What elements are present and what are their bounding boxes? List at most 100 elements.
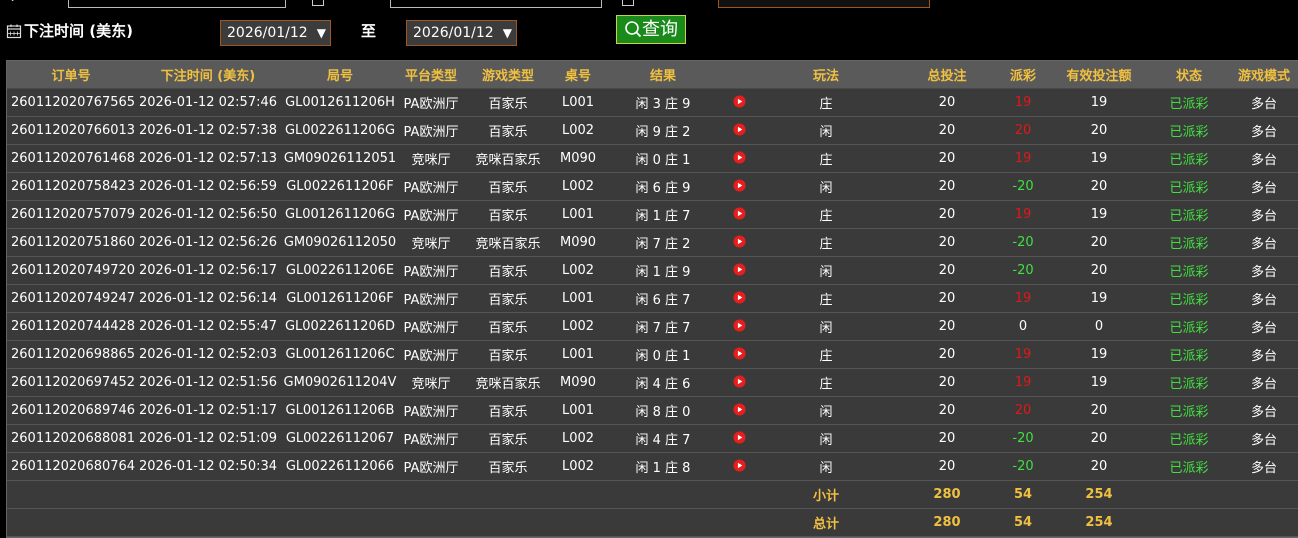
video-play-icon[interactable] [732, 319, 746, 332]
video-play-icon[interactable] [732, 179, 746, 192]
video-play-icon[interactable] [732, 459, 746, 472]
cell-valid-bet: 19 [1049, 88, 1149, 117]
start-date-value: 2026/01/12 [227, 25, 308, 41]
cell-order-no[interactable]: 260112020688081 [7, 424, 135, 453]
replay-cell[interactable] [723, 284, 755, 313]
top-checkbox-1[interactable] [312, 0, 324, 6]
replay-cell[interactable] [723, 312, 755, 341]
cell-bet-time: 2026-01-12 02:51:56 [135, 368, 281, 397]
cell-round-no: GL00226112067 [281, 424, 399, 453]
cell-result: 闲 0 庄 1 [603, 144, 723, 173]
cell-bet-option: 庄 [755, 284, 897, 313]
cell-order-no[interactable]: 260112020689746 [7, 396, 135, 425]
video-play-icon[interactable] [732, 347, 746, 360]
cell-order-no[interactable]: 260112020761468 [7, 144, 135, 173]
cell-bet-option: 闲 [755, 452, 897, 481]
cell-order-no[interactable]: 260112020680764 [7, 452, 135, 481]
replay-cell[interactable] [723, 200, 755, 229]
cell-valid-bet: 0 [1049, 312, 1149, 341]
cell-order-no[interactable]: 260112020698865 [7, 340, 135, 369]
cell-total-bet: 20 [897, 340, 997, 369]
start-date-select[interactable]: 2026/01/12 ▼ [220, 20, 331, 46]
cell-payout: 19 [997, 88, 1049, 117]
cell-game-mode: 多台 [1229, 200, 1298, 229]
video-play-icon[interactable] [732, 235, 746, 248]
table-row: 260112020749247 2026-01-12 02:56:14 GL0012… [7, 284, 1298, 313]
replay-cell[interactable] [723, 256, 755, 285]
cell-table-no: L002 [553, 172, 603, 201]
replay-cell[interactable] [723, 88, 755, 117]
top-checkbox-2[interactable] [622, 0, 634, 6]
cell-status: 已派彩 [1149, 368, 1229, 397]
video-play-icon[interactable] [732, 151, 746, 164]
cell-order-no[interactable]: 260112020751860 [7, 228, 135, 257]
replay-cell[interactable] [723, 116, 755, 145]
top-input-1[interactable] [68, 0, 286, 8]
cell-game-mode: 多台 [1229, 284, 1298, 313]
video-play-icon[interactable] [732, 291, 746, 304]
summary-empty-cell [553, 480, 603, 509]
cell-platform-type: PA欧洲厅 [399, 172, 463, 201]
cell-game-type: 百家乐 [463, 284, 553, 313]
cell-round-no: GL0012611206C [281, 340, 399, 369]
cell-total-bet: 20 [897, 88, 997, 117]
video-play-icon[interactable] [732, 95, 746, 108]
cell-round-no: GM09026112050 [281, 228, 399, 257]
replay-cell[interactable] [723, 144, 755, 173]
bet-records-table: 订单号 下注时间 (美东) 局号 平台类型 游戏类型 桌号 结果 玩法 总投注 派彩 有效投注额 状态… [6, 60, 1298, 538]
cell-order-no[interactable]: 260112020758423 [7, 172, 135, 201]
cell-bet-option: 庄 [755, 144, 897, 173]
replay-cell[interactable] [723, 340, 755, 369]
video-play-icon[interactable] [732, 403, 746, 416]
to-label: 至 [361, 22, 377, 40]
cell-table-no: L001 [553, 88, 603, 117]
replay-cell[interactable] [723, 228, 755, 257]
cell-table-no: L002 [553, 424, 603, 453]
cell-order-no[interactable]: 260112020697452 [7, 368, 135, 397]
video-play-icon[interactable] [732, 375, 746, 388]
query-button[interactable]: 查询 [616, 15, 686, 44]
cell-total-bet: 20 [897, 116, 997, 145]
video-play-icon[interactable] [732, 207, 746, 220]
cell-result: 闲 1 庄 9 [603, 256, 723, 285]
cell-result: 闲 7 庄 7 [603, 312, 723, 341]
top-select[interactable] [718, 0, 930, 8]
summary-payout: 54 [997, 480, 1049, 509]
cell-round-no: GL0022611206D [281, 312, 399, 341]
cell-order-no[interactable]: 260112020744428 [7, 312, 135, 341]
replay-cell[interactable] [723, 452, 755, 481]
replay-cell[interactable] [723, 424, 755, 453]
cell-bet-time: 2026-01-12 02:55:47 [135, 312, 281, 341]
cell-result: 闲 3 庄 9 [603, 88, 723, 117]
summary-total-bet: 280 [897, 508, 997, 537]
top-input-2[interactable] [390, 0, 602, 8]
replay-cell[interactable] [723, 368, 755, 397]
video-play-icon[interactable] [732, 123, 746, 136]
cell-total-bet: 20 [897, 452, 997, 481]
cell-payout: -20 [997, 452, 1049, 481]
video-play-icon[interactable] [732, 431, 746, 444]
replay-cell[interactable] [723, 172, 755, 201]
cell-table-no: L002 [553, 256, 603, 285]
cell-order-no[interactable]: 260112020749247 [7, 284, 135, 313]
replay-cell[interactable] [723, 396, 755, 425]
video-play-icon[interactable] [732, 263, 746, 276]
cell-bet-time: 2026-01-12 02:57:46 [135, 88, 281, 117]
cell-order-no[interactable]: 260112020757079 [7, 200, 135, 229]
summary-empty-cell [7, 508, 135, 537]
cell-platform-type: 竞咪厅 [399, 228, 463, 257]
cell-order-no[interactable]: 260112020766013 [7, 116, 135, 145]
dropdown-arrow-icon: ▼ [316, 26, 326, 40]
cell-game-mode: 多台 [1229, 88, 1298, 117]
table-row: 260112020744428 2026-01-12 02:55:47 GL0022… [7, 312, 1298, 341]
cell-platform-type: 竞咪厅 [399, 368, 463, 397]
calendar-icon [6, 24, 22, 38]
cell-platform-type: PA欧洲厅 [399, 284, 463, 313]
cell-order-no[interactable]: 260112020767565 [7, 88, 135, 117]
cell-valid-bet: 20 [1049, 424, 1149, 453]
cell-table-no: L002 [553, 452, 603, 481]
cell-order-no[interactable]: 260112020749720 [7, 256, 135, 285]
bet-time-label: 下注时间 (美东) [6, 20, 133, 41]
end-date-select[interactable]: 2026/01/12 ▼ [406, 20, 517, 46]
summary-empty-cell [463, 480, 553, 509]
